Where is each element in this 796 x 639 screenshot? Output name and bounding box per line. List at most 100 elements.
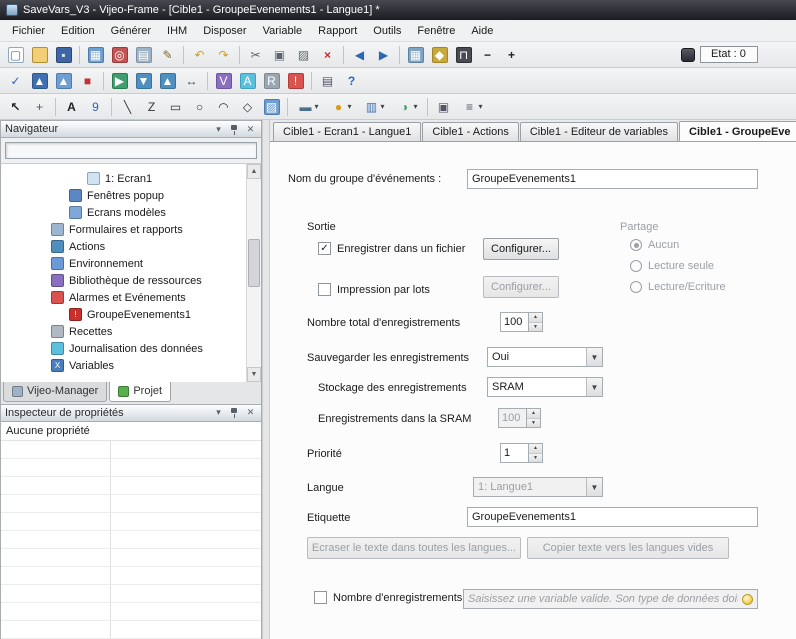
tree-item-formulaires-et-rapports[interactable]: Formulaires et rapports <box>1 221 246 238</box>
pin-icon[interactable] <box>228 123 241 136</box>
alarm-editor-icon[interactable]: ! <box>284 70 307 92</box>
titlebar[interactable]: SaveVars_V3 - Vijeo-Frame - [Cible1 - Gr… <box>0 0 796 20</box>
spin-down-icon[interactable]: ▼ <box>529 323 542 332</box>
select-tool-icon[interactable]: ↖ <box>4 96 27 118</box>
doc-tab-cible1-actions[interactable]: Cible1 - Actions <box>422 122 518 141</box>
upload-target-icon[interactable]: ▲ <box>156 70 179 92</box>
tag-input[interactable]: GroupeEvenements1 <box>467 507 758 527</box>
switch-tool-icon[interactable]: ▥▾ <box>358 96 390 118</box>
batch-print-checkbox[interactable]: Impression par lots <box>318 283 430 296</box>
tree-item-1-ecran1[interactable]: 1: Ecran1 <box>1 170 246 187</box>
validate-icon[interactable]: ✓ <box>4 70 27 92</box>
delete-icon[interactable]: × <box>316 44 339 66</box>
tree-item-groupeevenements1[interactable]: !GroupeEvenements1 <box>1 306 246 323</box>
anchor-toggle-icon[interactable]: ◆ <box>428 44 451 66</box>
back-icon[interactable]: ◀ <box>348 44 371 66</box>
menu-generer[interactable]: Générer <box>103 22 159 40</box>
tab-vijeo-manager[interactable]: Vijeo-Manager <box>3 382 107 402</box>
menu-aide[interactable]: Aide <box>463 22 501 40</box>
save-records-dropdown[interactable]: Oui ▼ <box>487 347 603 367</box>
lamp-tool-icon[interactable]: ●▾ <box>325 96 357 118</box>
help-icon[interactable]: ? <box>340 70 363 92</box>
lightbulb-icon[interactable] <box>742 594 753 605</box>
menu-edition[interactable]: Edition <box>53 22 103 40</box>
edit-icon[interactable]: ✎ <box>156 44 179 66</box>
menu-fenetre[interactable]: Fenêtre <box>409 22 463 40</box>
paste-icon[interactable]: ▨ <box>292 44 315 66</box>
new-icon[interactable]: ▢ <box>4 44 27 66</box>
screens-icon[interactable]: ▦ <box>84 44 107 66</box>
image-tool-icon[interactable]: ▨ <box>260 96 283 118</box>
tree-item-recettes[interactable]: Recettes <box>1 323 246 340</box>
doc-tab-cible1-groupeeve[interactable]: Cible1 - GroupeEve <box>679 121 796 142</box>
undo-icon[interactable]: ↶ <box>188 44 211 66</box>
spin-up-icon[interactable]: ▲ <box>529 313 542 323</box>
simulation-icon[interactable]: ▶ <box>108 70 131 92</box>
ellipse-tool-icon[interactable]: ○ <box>188 96 211 118</box>
menu-outils[interactable]: Outils <box>365 22 409 40</box>
menu-ihm[interactable]: IHM <box>159 22 195 40</box>
meter-tool-icon[interactable]: ◑▾ <box>391 96 423 118</box>
print-icon[interactable]: ▤ <box>316 70 339 92</box>
spin-down-icon[interactable]: ▼ <box>529 454 542 463</box>
tree-item-bibliotheque-de-ressources[interactable]: Bibliothèque de ressources <box>1 272 246 289</box>
rebuild-icon[interactable]: ▲ <box>52 70 75 92</box>
chevron-down-icon[interactable]: ▾ <box>212 123 225 136</box>
multilanguage-icon[interactable]: A <box>236 70 259 92</box>
share-readwrite-radio[interactable]: Lecture/Ecriture <box>630 281 726 293</box>
stop-build-icon[interactable]: ■ <box>76 70 99 92</box>
arc-tool-icon[interactable]: ◠ <box>212 96 235 118</box>
menu-rapport[interactable]: Rapport <box>310 22 365 40</box>
line-tool-icon[interactable]: ╲ <box>116 96 139 118</box>
numeric-display-icon[interactable]: 9 <box>84 96 107 118</box>
save-icon[interactable]: ▪ <box>52 44 75 66</box>
open-icon[interactable] <box>28 44 51 66</box>
polyline-tool-icon[interactable]: Z <box>140 96 163 118</box>
edit-points-icon[interactable]: + <box>28 96 51 118</box>
connection-icon[interactable]: ↔ <box>180 70 203 92</box>
polygon-tool-icon[interactable]: ◇ <box>236 96 259 118</box>
close-icon[interactable]: ✕ <box>244 406 257 419</box>
priority-value[interactable]: 1 <box>500 443 529 463</box>
tree-item-environnement[interactable]: Environnement <box>1 255 246 272</box>
rectangle-tool-icon[interactable]: ▭ <box>164 96 187 118</box>
spin-up-icon[interactable]: ▲ <box>529 444 542 454</box>
cut-icon[interactable]: ✂ <box>244 44 267 66</box>
panel-splitter[interactable] <box>262 120 270 639</box>
pin-icon[interactable] <box>228 406 241 419</box>
save-to-file-checkbox[interactable]: ✓ Enregistrer dans un fichier <box>318 242 465 255</box>
group-name-input[interactable]: GroupeEvenements1 <box>467 169 758 189</box>
tree-item-variables[interactable]: XVariables <box>1 357 246 374</box>
menu-variable[interactable]: Variable <box>255 22 311 40</box>
dropdown-arrow-icon[interactable]: ▼ <box>586 348 602 366</box>
zoom-in-icon[interactable]: + <box>500 44 523 66</box>
zoom-out-icon[interactable]: − <box>476 44 499 66</box>
target-icon[interactable]: ◎ <box>108 44 131 66</box>
dropdown-arrow-icon[interactable]: ▼ <box>586 378 602 396</box>
scrollbar-track[interactable] <box>247 179 261 367</box>
variables-editor-icon[interactable]: V <box>212 70 235 92</box>
scroll-up-icon[interactable]: ▲ <box>247 164 261 179</box>
tree-item-fenetres-popup[interactable]: Fenêtres popup <box>1 187 246 204</box>
text-tool-icon[interactable]: A <box>60 96 83 118</box>
recipe-editor-icon[interactable]: R <box>260 70 283 92</box>
tree-item-ecrans-modeles[interactable]: Ecrans modèles <box>1 204 246 221</box>
download-target-icon[interactable]: ▼ <box>132 70 155 92</box>
tree-item-actions[interactable]: Actions <box>1 238 246 255</box>
scroll-down-icon[interactable]: ▼ <box>247 367 261 382</box>
menu-fichier[interactable]: Fichier <box>4 22 53 40</box>
record-count-checkbox[interactable]: Nombre d'enregistrements <box>314 591 462 604</box>
tree-item-alarmes-et-evenements[interactable]: Alarmes et Evénements <box>1 289 246 306</box>
lock-icon[interactable]: ⊓ <box>452 44 475 66</box>
doc-tab-cible1-ecran1-langue1[interactable]: Cible1 - Ecran1 - Langue1 <box>273 122 421 141</box>
report-icon[interactable]: ▤ <box>132 44 155 66</box>
total-records-value[interactable]: 100 <box>500 312 529 332</box>
group-tool-icon[interactable]: ▣ <box>432 96 455 118</box>
share-readonly-radio[interactable]: Lecture seule <box>630 260 714 272</box>
scrollbar-thumb[interactable] <box>248 239 260 287</box>
tree-item-journalisation-des-donnees[interactable]: Journalisation des données <box>1 340 246 357</box>
share-none-radio[interactable]: Aucun <box>630 239 679 251</box>
redo-icon[interactable]: ↷ <box>212 44 235 66</box>
total-records-spinner[interactable]: 100 ▲▼ <box>500 312 543 332</box>
chevron-down-icon[interactable]: ▾ <box>212 406 225 419</box>
